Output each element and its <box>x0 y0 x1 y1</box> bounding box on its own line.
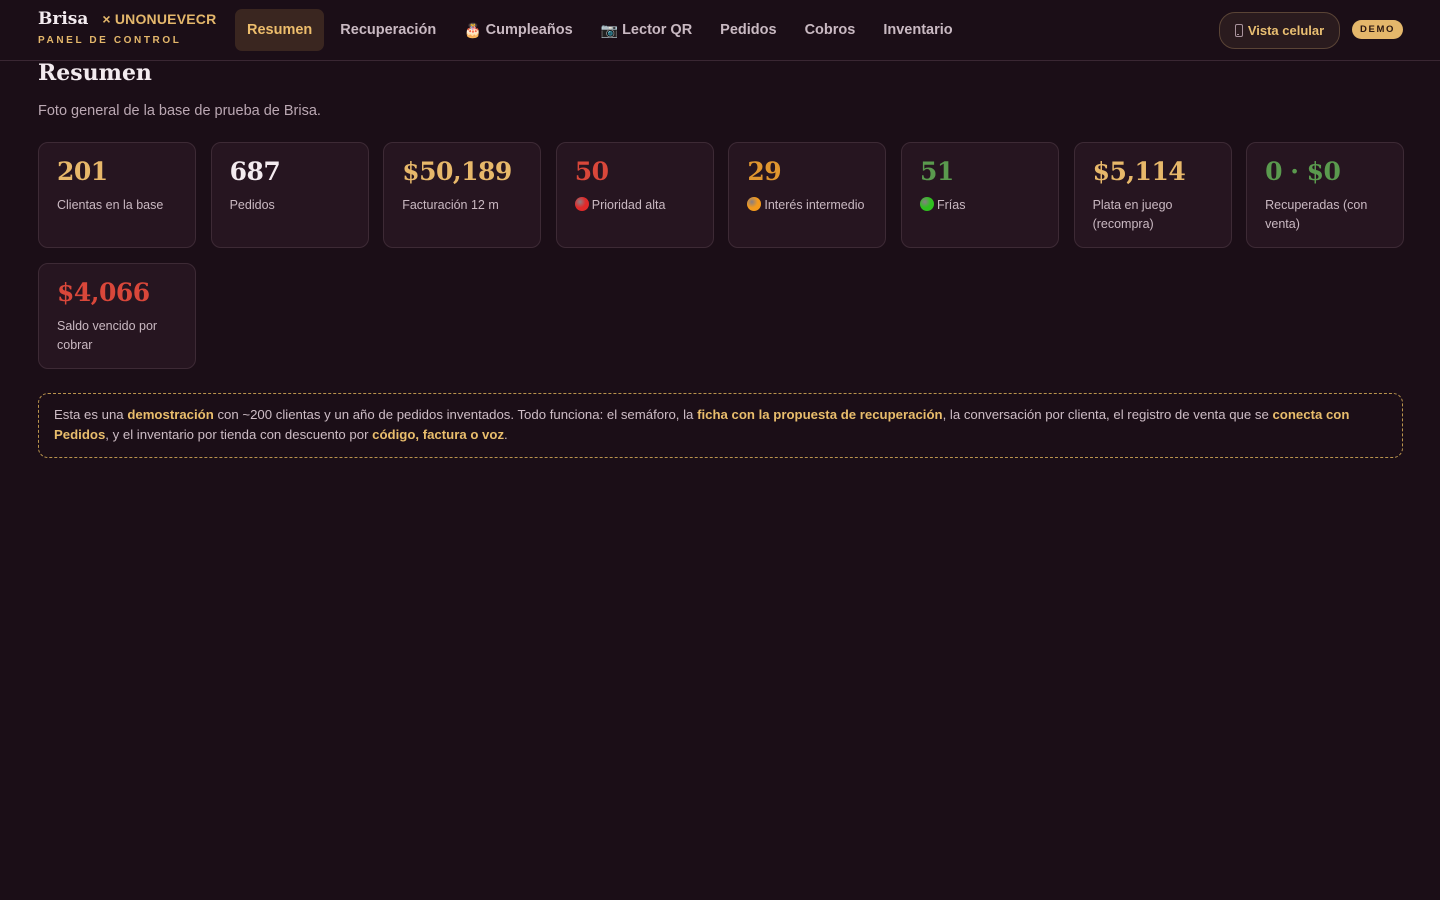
mobile-view-button[interactable]: Vista celular <box>1219 12 1340 49</box>
stat-label-row: Clientas en la base <box>57 196 177 215</box>
brand: Brisa × UNONUEVECR PANEL DE CONTROL <box>38 9 216 46</box>
stat-value: $4,066 <box>57 278 150 307</box>
stat-label: Pedidos <box>229 198 275 212</box>
tab-label: Recuperación <box>340 22 437 38</box>
top-bar: Brisa × UNONUEVECR PANEL DE CONTROL Resu… <box>0 0 1440 61</box>
status-dot-icon <box>747 197 762 211</box>
stat-value: 29 <box>747 157 782 186</box>
stat-card: 687 Pedidos <box>210 142 369 248</box>
stat-value: 51 <box>919 157 954 186</box>
stat-label-row: Facturación 12 m <box>402 196 522 215</box>
stat-label-row: Saldo vencido por cobrar <box>57 317 177 355</box>
note-text: con ~200 clientas y un año de pedidos in… <box>213 407 698 422</box>
stat-value: 687 <box>229 157 281 186</box>
mobile-view-label: Vista celular <box>1247 23 1325 38</box>
note-text: , y el inventario por tienda con descuen… <box>105 427 373 442</box>
stat-label: Prioridad alta <box>591 198 666 212</box>
stat-label-row: Frías <box>919 196 1040 215</box>
note-highlight: ficha con la propuesta de recuperación <box>697 407 943 422</box>
stats-grid: 201 Clientas en la base 687 Pedidos $50,189 F… <box>38 142 1405 369</box>
stat-label-row: Recuperadas (con venta) <box>1265 196 1385 234</box>
stat-label: Plata en juego (recompra) <box>1092 198 1173 231</box>
stat-label: Clientas en la base <box>57 198 164 212</box>
stat-card: $4,066 Saldo vencido por cobrar <box>38 263 196 369</box>
stat-card: $5,114 Plata en juego (recompra) <box>1073 142 1232 248</box>
brand-partner: × UNONUEVECR <box>102 11 217 27</box>
tab-label: Cumpleaños <box>485 22 573 38</box>
note-text: . <box>504 427 508 442</box>
note-highlight: demostración <box>127 407 214 422</box>
page-title: Resumen <box>38 60 152 86</box>
stat-value: $5,114 <box>1092 157 1186 186</box>
tab-pedidos[interactable]: Pedidos <box>708 9 788 51</box>
status-dot-icon <box>574 197 589 211</box>
note-text: , la conversación por clienta, el regist… <box>942 407 1273 422</box>
tab-resumen[interactable]: Resumen <box>235 9 325 51</box>
page-subtitle: Foto general de la base de prueba de Bri… <box>38 103 321 119</box>
stat-value: 50 <box>574 157 609 186</box>
phone-icon <box>1234 24 1243 37</box>
stat-value: $50,189 <box>402 157 512 186</box>
stat-card: $50,189 Facturación 12 m <box>383 142 542 248</box>
tab-inventario[interactable]: Inventario <box>871 9 964 51</box>
main-nav: Resumen Recuperación 🎂 Cumpleaños 📷 Lector QR… <box>235 9 965 51</box>
tab-label: Pedidos <box>720 22 777 38</box>
tab-cumpleanos[interactable]: 🎂 Cumpleaños <box>452 9 584 51</box>
tab-label: Resumen <box>247 22 313 38</box>
stat-label: Frías <box>936 198 966 212</box>
stat-card: 51 Frías <box>900 142 1059 248</box>
stat-label-row: Prioridad alta <box>574 196 695 215</box>
stat-value: 201 <box>57 157 108 186</box>
tab-recuperacion[interactable]: Recuperación <box>328 9 448 51</box>
stat-card: 201 Clientas en la base <box>38 142 196 248</box>
note-highlight: código, factura o voz <box>372 427 505 442</box>
demo-note: Esta es una demostración con ~200 client… <box>38 393 1403 458</box>
stat-card: 50 Prioridad alta <box>555 142 714 248</box>
stat-label: Interés intermedio <box>764 198 865 212</box>
stat-label: Recuperadas (con venta) <box>1265 198 1368 231</box>
stat-label-row: Pedidos <box>230 196 350 215</box>
tab-cobros[interactable]: Cobros <box>793 9 868 51</box>
tab-label: Cobros <box>804 22 856 38</box>
stat-value: 0 · $0 <box>1265 157 1341 186</box>
stat-card: 0 · $0 Recuperadas (con venta) <box>1246 142 1405 248</box>
stat-label: Facturación 12 m <box>402 198 499 212</box>
note-text: Esta es una <box>54 407 128 422</box>
tab-label: Lector QR <box>622 22 693 38</box>
cake-icon: 🎂 <box>464 21 482 38</box>
stat-label-row: Interés intermedio <box>747 196 867 215</box>
tab-lector-qr[interactable]: 📷 Lector QR <box>589 9 705 51</box>
stat-card: 29 Interés intermedio <box>728 142 887 248</box>
brand-name: Brisa <box>38 9 89 29</box>
stat-label: Saldo vencido por cobrar <box>57 319 158 352</box>
stat-label-row: Plata en juego (recompra) <box>1093 196 1213 234</box>
tab-label: Inventario <box>883 22 953 38</box>
camera-icon: 📷 <box>600 21 619 38</box>
status-dot-icon <box>919 197 934 211</box>
demo-badge: DEMO <box>1352 20 1403 39</box>
brand-subtitle: PANEL DE CONTROL <box>38 35 182 46</box>
